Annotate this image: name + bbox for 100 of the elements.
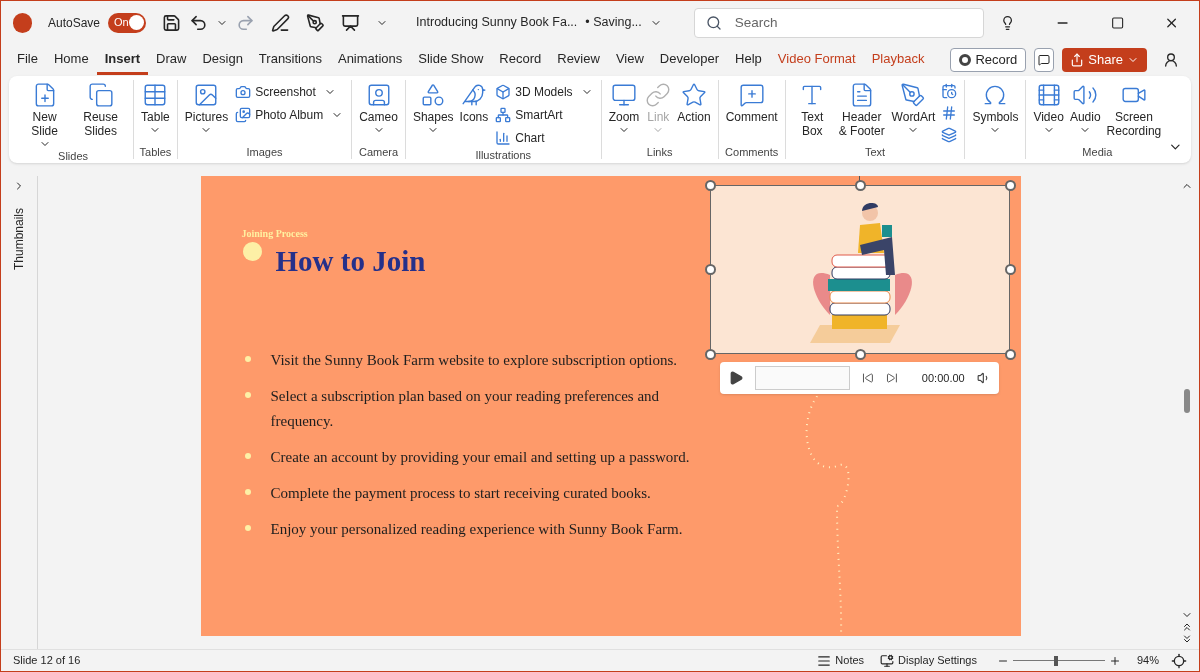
resize-handle[interactable]	[704, 349, 716, 360]
scrollbar-thumb[interactable]	[1184, 388, 1190, 413]
search-icon	[705, 14, 722, 31]
resize-handle[interactable]	[854, 180, 866, 191]
resize-handle[interactable]	[1004, 349, 1016, 360]
ribbon-button[interactable]: Photo Album	[231, 103, 348, 126]
zoom-slider[interactable]	[1012, 655, 1105, 666]
notes-button[interactable]: Notes	[817, 652, 865, 669]
search-field[interactable]: Search	[693, 7, 985, 38]
record-button[interactable]: Record	[950, 48, 1027, 72]
resize-handle[interactable]	[1004, 264, 1016, 275]
ribbon-button[interactable]: Zoom	[605, 80, 643, 136]
ribbon-button[interactable]: Table	[138, 80, 173, 136]
slide-subtitle: Joining Process	[241, 228, 308, 239]
step-forward-icon[interactable]	[886, 372, 898, 384]
menu-tab[interactable]: Playback	[863, 45, 933, 75]
group-label: Links	[646, 146, 673, 159]
video-frame[interactable]	[709, 185, 1010, 354]
menu-tab[interactable]: Record	[491, 45, 550, 75]
menu-tab[interactable]: File	[9, 45, 46, 75]
ribbon-button[interactable]: Comment	[722, 80, 781, 124]
document-title[interactable]: Introducing Sunny Book Fa...	[416, 13, 578, 32]
save-icon[interactable]	[162, 12, 182, 33]
ribbon-button[interactable]: Screenshot	[231, 80, 348, 103]
cube-icon	[495, 83, 512, 100]
menu-tab[interactable]: Design	[194, 45, 251, 75]
ribbon-button[interactable]: Icons	[456, 80, 492, 124]
share-icon	[1070, 53, 1085, 67]
menu-tab[interactable]: Video Format	[769, 45, 864, 75]
ribbon-button[interactable]: Video	[1030, 80, 1067, 136]
ribbon-button[interactable]: Reuse Slides	[72, 80, 130, 138]
layers-icon	[941, 127, 958, 143]
comment-icon	[738, 82, 765, 108]
menu-tab[interactable]: View	[607, 45, 652, 75]
number-icon	[941, 105, 958, 121]
ribbon-button[interactable]: Action	[674, 80, 714, 124]
diagram-icon	[495, 106, 512, 123]
menu-tab[interactable]: Animations	[329, 45, 411, 75]
bullet-text: Enjoy your personalized reading experience with Sunny Book Farm.	[270, 520, 683, 539]
previous-slide-icon[interactable]	[1181, 621, 1193, 633]
bullet-text: Visit the Sunny Book Farm website to explore subscription options.	[270, 351, 678, 370]
ribbon-button[interactable]: Pictures	[181, 80, 232, 136]
ribbon-button[interactable]: Header & Footer	[834, 80, 889, 138]
slider-thumb[interactable]	[1054, 655, 1059, 666]
camera-icon	[235, 83, 252, 100]
ribbon-button[interactable]: Text Box	[789, 80, 835, 138]
slide-counter: Slide 12 of 16	[13, 653, 81, 669]
display-icon	[880, 653, 895, 668]
menu-tab[interactable]: Home	[45, 45, 97, 75]
resize-handle[interactable]	[854, 349, 866, 360]
save-status: • Saving...	[585, 14, 642, 32]
resize-handle[interactable]	[704, 264, 716, 275]
menu-tab[interactable]: Transitions	[250, 45, 330, 75]
link-icon	[645, 82, 672, 108]
menu-tab[interactable]: Developer	[651, 45, 728, 75]
ribbon-button[interactable]: Shapes	[409, 80, 457, 136]
fit-slide-icon[interactable]	[1171, 652, 1187, 669]
maximize-icon[interactable]	[1110, 15, 1124, 30]
resize-handle[interactable]	[1004, 180, 1016, 191]
bullet-icon	[244, 392, 251, 398]
video-time: 00:00.00	[921, 370, 965, 386]
ribbon-button[interactable]: WordArt	[888, 80, 939, 136]
presentation-icon[interactable]	[341, 12, 361, 33]
pen-icon[interactable]	[306, 12, 326, 33]
comments-button[interactable]	[1034, 48, 1055, 72]
star-icon	[681, 82, 707, 108]
ribbon-button[interactable]: SmartArt	[491, 103, 597, 126]
resize-handle[interactable]	[704, 180, 716, 191]
menu-tab[interactable]: Draw	[148, 45, 195, 75]
thumbnails-label[interactable]: Thumbnails	[10, 208, 28, 271]
notes-icon	[817, 653, 832, 668]
menu-tab[interactable]: Slide Show	[410, 45, 492, 75]
menu-tab[interactable]: Help	[727, 45, 770, 75]
comment-icon	[1038, 54, 1051, 66]
ribbon-button[interactable]: Symbols	[969, 80, 1022, 136]
ribbon-button[interactable]: Audio	[1066, 80, 1104, 136]
zoom-percentage[interactable]: 94%	[1136, 652, 1159, 669]
display-settings-button[interactable]: Display Settings	[880, 652, 977, 669]
menu-tab[interactable]: Review	[549, 45, 608, 75]
person-icon[interactable]	[1163, 52, 1179, 68]
group-label: Comments	[725, 146, 779, 159]
group-label: Images	[246, 146, 283, 159]
group-label: Text	[864, 146, 886, 159]
autosave-toggle[interactable]: On	[108, 12, 147, 33]
zoom-in-icon[interactable]	[1108, 654, 1121, 667]
slide-title: How to Join	[275, 245, 426, 277]
next-slide-icon[interactable]	[1181, 633, 1193, 645]
step-back-icon[interactable]	[862, 372, 874, 384]
ribbon-button[interactable]: Screen Recording	[1103, 80, 1165, 138]
ribbon-button[interactable]: Cameo	[356, 80, 401, 136]
ribbon-button[interactable]: New Slide	[17, 80, 73, 150]
group-label: Media	[1082, 146, 1113, 159]
bullet-text: Complete the payment process to start receiving curated books.	[270, 484, 651, 503]
ribbon-button[interactable]: Chart	[491, 126, 597, 149]
group-label: Camera	[358, 146, 399, 159]
pen-icon	[900, 82, 927, 108]
bar-chart-icon	[495, 129, 512, 146]
share-button[interactable]: Share	[1062, 48, 1147, 72]
pen-icon[interactable]	[271, 12, 291, 33]
ribbon-button[interactable]: 3D Models	[491, 80, 597, 103]
